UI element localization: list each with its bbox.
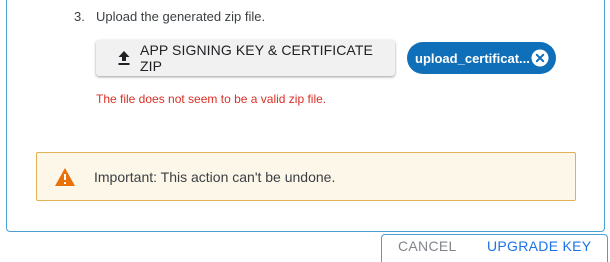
step-number: 3.: [74, 9, 85, 24]
upgrade-key-button[interactable]: UPGRADE KEY: [487, 238, 591, 254]
cancel-button[interactable]: CANCEL: [398, 238, 457, 254]
step-instruction: 3. Upload the generated zip file.: [74, 9, 265, 24]
error-message: The file does not seem to be a valid zip…: [96, 92, 327, 106]
upload-icon: [116, 50, 132, 66]
upload-zip-button[interactable]: APP SIGNING KEY & CERTIFICATE ZIP: [96, 40, 395, 76]
file-chip-label: upload_certificat...: [415, 50, 530, 66]
uploaded-file-chip[interactable]: upload_certificat...: [407, 42, 556, 74]
warning-banner: Important: This action can't be undone.: [36, 152, 576, 201]
warning-text: Important: This action can't be undone.: [94, 168, 336, 185]
step-text: Upload the generated zip file.: [96, 9, 266, 24]
warning-triangle-icon: [54, 167, 76, 187]
close-circle-icon[interactable]: [531, 49, 549, 67]
upload-button-label: APP SIGNING KEY & CERTIFICATE ZIP: [140, 42, 373, 74]
